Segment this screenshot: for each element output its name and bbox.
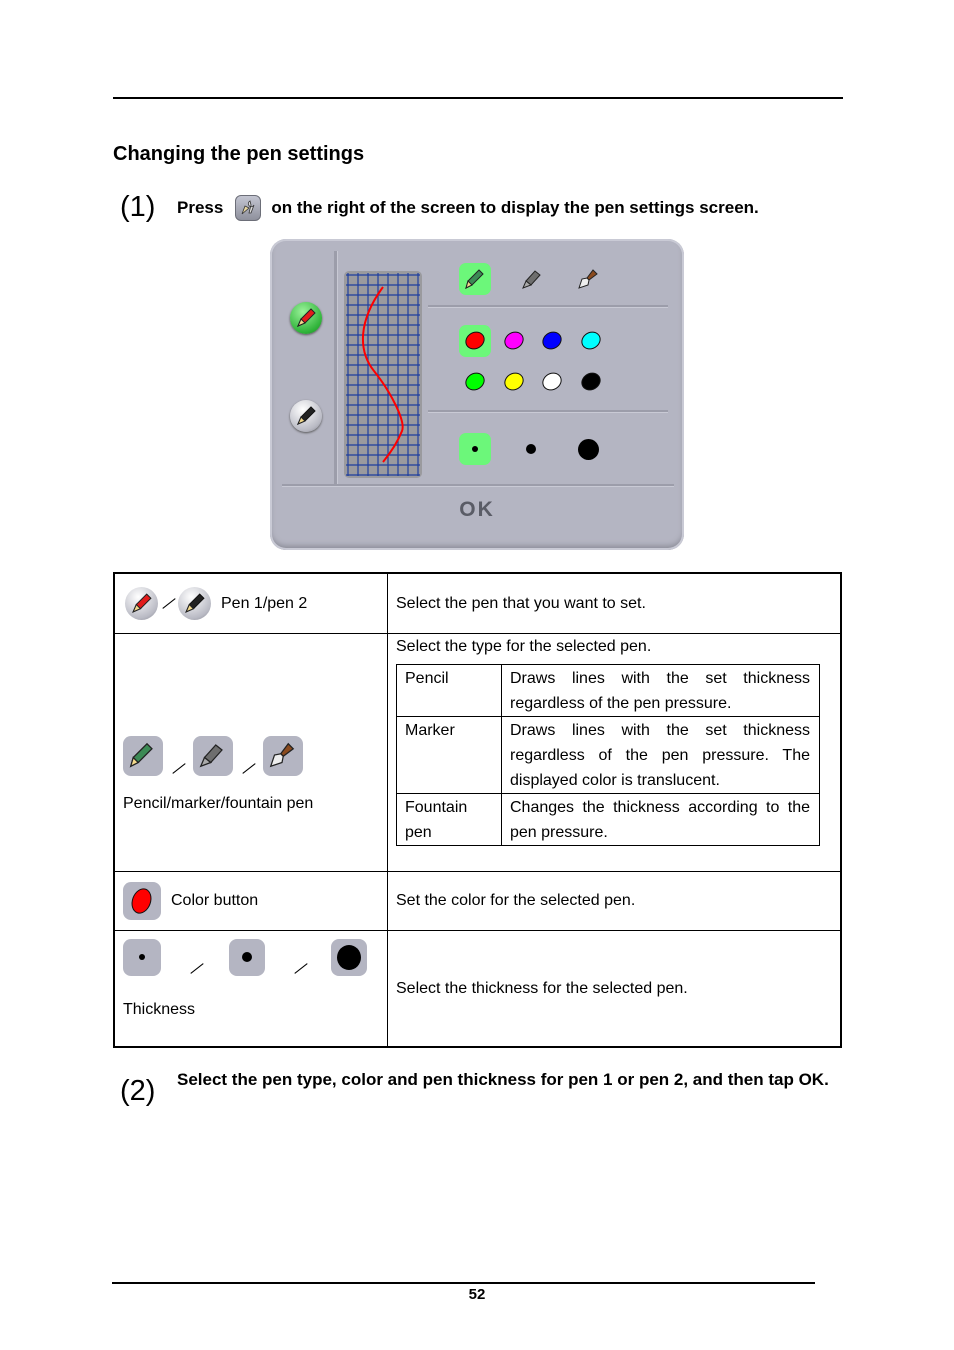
color-swatch-icon — [501, 369, 527, 394]
separator-slash — [171, 762, 185, 776]
row-label: Pen 1/pen 2 — [221, 594, 308, 612]
color-swatch-icon — [501, 328, 527, 353]
icon-group: Color button — [115, 882, 387, 920]
thickness-dot-icon — [472, 446, 478, 452]
thin-dot-icon — [123, 939, 161, 976]
row-label: Thickness — [123, 1001, 196, 1018]
pen-type-row: Pencil Draws lines with the set thicknes… — [396, 664, 820, 717]
panel-divider-types — [428, 305, 668, 308]
panel-divider-ok — [282, 484, 674, 487]
row-description: Select the thickness for the selected pe… — [387, 930, 842, 1048]
stroke-preview — [344, 271, 422, 478]
pen-2-button[interactable] — [290, 400, 322, 432]
color-yellow-button[interactable] — [498, 366, 530, 398]
icon-group: Pen 1/pen 2 — [115, 587, 387, 620]
pen-1-button[interactable] — [290, 302, 322, 334]
pen-type-description: Draws lines with the set thickness regar… — [501, 664, 820, 717]
step-number: (2) — [120, 1075, 156, 1107]
pen-type-marker[interactable] — [516, 263, 548, 295]
color-swatch-icon — [462, 369, 488, 394]
marker-icon — [522, 270, 541, 289]
row-description: Select the type for the selected pen. — [396, 638, 652, 655]
thickness-thick-button[interactable] — [572, 433, 604, 465]
color-swatch-icon — [539, 369, 565, 394]
row-label: Color button — [171, 892, 259, 909]
footer-rule — [112, 1282, 815, 1284]
pen-type-fountain-pen[interactable] — [572, 263, 604, 295]
color-cyan-button[interactable] — [575, 325, 607, 357]
color-green-button[interactable] — [459, 366, 491, 398]
section-heading: Changing the pen settings — [113, 143, 365, 165]
color-white-button[interactable] — [536, 366, 568, 398]
row-description: Select the pen that you want to set. — [387, 572, 842, 634]
pen-settings-icon — [235, 195, 262, 221]
icon-group: Pencil/marker/fountain pen — [115, 736, 387, 813]
thick-dot-icon — [331, 939, 367, 976]
color-swatch-icon — [578, 369, 604, 394]
pen-type-pencil[interactable] — [459, 263, 491, 295]
marker-icon — [193, 736, 233, 776]
pencil-icon — [123, 736, 163, 776]
step-text: Press on the right of the screen to disp… — [177, 195, 759, 221]
separator-slash — [189, 962, 203, 976]
step-number: (1) — [120, 191, 156, 223]
thickness-dot-icon — [526, 444, 536, 454]
separator-slash — [293, 962, 307, 976]
row-label-cell: Color button — [113, 871, 388, 931]
table-row: Thickness Select the thickness for the s… — [113, 930, 842, 1048]
table-row: Pencil/marker/fountain pen Select the ty… — [113, 633, 842, 872]
color-magenta-button[interactable] — [498, 325, 530, 357]
pen-type-table: Pencil Draws lines with the set thicknes… — [396, 664, 820, 846]
row-label-cell: Pencil/marker/fountain pen — [113, 633, 388, 872]
pen-type-name: Marker — [396, 716, 502, 794]
red-pencil-icon — [125, 587, 158, 620]
row-label: Pencil/marker/fountain pen — [123, 795, 314, 812]
icon-group — [115, 931, 387, 976]
table-row: Pen 1/pen 2 Select the pen that you want… — [113, 572, 842, 634]
pen-settings-panel: OK — [270, 239, 684, 550]
table-row: Color button Set the color for the selec… — [113, 871, 842, 931]
fountain-pen-icon — [578, 269, 598, 289]
header-rule — [113, 97, 843, 99]
color-red-button[interactable] — [459, 325, 491, 357]
page-number: 52 — [468, 1286, 486, 1303]
medium-dot-icon — [229, 939, 265, 976]
panel-divider-colors — [428, 410, 668, 413]
pen-type-name: Pencil — [396, 664, 502, 717]
color-swatch-icon — [578, 328, 604, 353]
step-text-before: Press — [177, 198, 224, 217]
pen-type-row: Fountain pen Changes the thickness accor… — [396, 793, 820, 846]
pen-type-name: Fountain pen — [396, 793, 502, 846]
panel-divider-vertical — [334, 251, 338, 484]
pen-settings-reference-table: Pen 1/pen 2 Select the pen that you want… — [113, 572, 842, 1048]
color-blue-button[interactable] — [536, 325, 568, 357]
step-text: Select the pen type, color and pen thick… — [177, 1070, 829, 1089]
row-label-cell: Pen 1/pen 2 — [113, 572, 388, 634]
step-text-after: on the right of the screen to display th… — [271, 198, 759, 217]
row-description-cell: Select the type for the selected pen. Pe… — [387, 633, 842, 872]
pen-type-row: Marker Draws lines with the set thicknes… — [396, 716, 820, 794]
thickness-dot-icon — [577, 438, 599, 460]
black-pencil-icon — [297, 406, 316, 425]
row-description: Set the color for the selected pen. — [387, 871, 842, 931]
separator-slash — [161, 597, 175, 611]
red-color-swatch-icon — [123, 882, 161, 920]
red-pencil-icon — [297, 308, 316, 327]
thickness-medium-button[interactable] — [515, 433, 547, 465]
fountain-pen-icon — [263, 736, 303, 776]
ok-button[interactable]: OK — [270, 498, 684, 522]
pencil-icon — [465, 269, 484, 289]
pen-type-description: Changes the thickness according to the p… — [501, 793, 820, 846]
black-pencil-icon — [178, 587, 211, 620]
row-label-cell: Thickness — [113, 930, 388, 1048]
pen-type-description: Draws lines with the set thickness regar… — [501, 716, 820, 794]
separator-slash — [241, 762, 255, 776]
color-swatch-icon — [462, 328, 488, 353]
color-swatch-icon — [539, 328, 565, 353]
color-black-button[interactable] — [575, 366, 607, 398]
thickness-thin-button[interactable] — [459, 433, 491, 465]
